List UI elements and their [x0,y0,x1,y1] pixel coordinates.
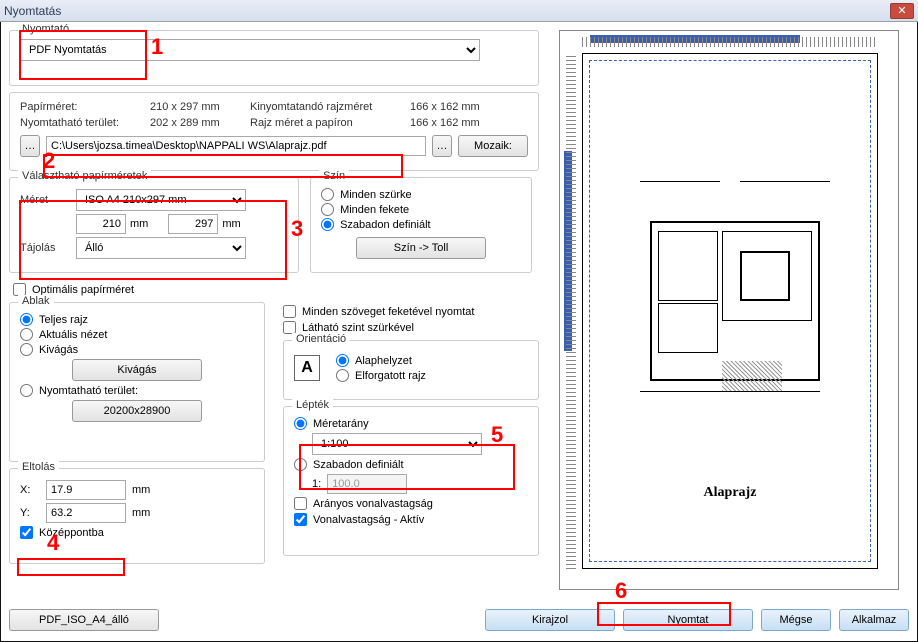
info-group: Papírméret: 210 x 297 mm Kinyomtatandó r… [9,92,539,171]
color-black-radio[interactable] [321,203,334,216]
paper-size-label: Papírméret: [20,101,150,113]
size-label: Méret [20,194,70,206]
scale-one-input [327,474,407,494]
offset-group: Eltolás X:mm Y:mm Középpontba [9,468,265,564]
clip-label: Kivágás [39,344,78,356]
printer-select[interactable]: PDF Nyomtatás [20,39,480,61]
offset-y-label: Y: [20,507,40,519]
offset-y-input[interactable] [46,503,126,523]
orient-rotated-label: Elforgatott rajz [355,370,426,382]
cancel-button[interactable]: Mégse [761,609,831,631]
color-group: Szín Minden szürke Minden fekete Szabado… [310,177,532,273]
window-group: Ablak Teljes rajz Aktuális nézet Kivágás… [9,302,265,462]
proportional-label: Arányos vonalvastagság [313,498,433,510]
offset-y-unit: mm [132,507,150,519]
floor-plan-art [610,181,850,441]
paper-width-unit: mm [130,218,148,230]
black-text-checkbox[interactable] [283,305,296,318]
color-grey-radio[interactable] [321,188,334,201]
color-black-label: Minden fekete [340,204,409,216]
close-icon[interactable]: ✕ [890,3,914,19]
offset-x-input[interactable] [46,480,126,500]
scale-ratio-radio[interactable] [294,417,307,430]
preview-title: Alaprajz [590,485,870,501]
bottom-bar: PDF_ISO_A4_álló Kirajzol Nyomtat Mégse A… [9,607,909,633]
path-browse-button[interactable]: … [20,135,40,157]
scale-legend: Lépték [292,399,333,411]
preview-ruler-h [582,37,878,47]
scale-ratio-select[interactable]: 1:100 [312,433,482,455]
orientation-icon: A [294,355,320,381]
scale-free-label: Szabadon definiált [313,459,404,471]
color-free-label: Szabadon definiált [340,219,431,231]
orientation-legend: Orientáció [292,333,350,345]
preview-box: Alaprajz [559,30,899,590]
color-free-radio[interactable] [321,218,334,231]
path-input[interactable] [46,136,426,156]
window-body: Nyomtató PDF Nyomtatás Papírméret: 210 x… [0,22,918,642]
center-label: Középpontba [39,527,104,539]
color-grey-label: Minden szürke [340,189,412,201]
orient-rotated-radio[interactable] [336,369,349,382]
proportional-checkbox[interactable] [294,497,307,510]
plot-size-value: 166 x 162 mm [410,101,510,113]
printer-group: Nyomtató PDF Nyomtatás [9,30,539,86]
paper-height-unit: mm [222,218,240,230]
grey-layer-label: Látható szint szürkével [302,322,414,334]
paper-sizes-legend: Választható papírméretek [18,170,151,182]
full-drawing-radio[interactable] [20,313,33,326]
print-button[interactable]: Nyomtat [623,609,753,631]
optimal-paper-label: Optimális papírméret [32,284,134,296]
offset-x-unit: mm [132,484,150,496]
color-to-pen-button[interactable]: Szín -> Toll [356,237,486,259]
scale-free-radio[interactable] [294,458,307,471]
printer-legend: Nyomtató [18,23,73,35]
orientation-group: Orientáció A Alaphelyzet Elforgatott raj… [283,340,539,400]
printable-label: Nyomtatható terület: [20,117,150,129]
orient-label: Tájolás [20,242,70,254]
path-button-2[interactable]: … [432,135,452,157]
orient-default-label: Alaphelyzet [355,355,412,367]
paper-sizes-group: Választható papírméretek Méret ISO A4 21… [9,177,299,273]
black-text-label: Minden szöveget feketével nyomtat [302,306,474,318]
preset-button[interactable]: PDF_ISO_A4_álló [9,609,159,631]
titlebar: Nyomtatás ✕ [0,0,918,22]
preview-page: Alaprajz [582,53,878,569]
paper-size-value: 210 x 297 mm [150,101,250,113]
offset-x-label: X: [20,484,40,496]
size-select[interactable]: ISO A4 210x297 mm [76,189,246,211]
paper-size2-value: 166 x 162 mm [410,117,510,129]
window-title: Nyomtatás [4,4,890,18]
printable-value: 202 x 289 mm [150,117,250,129]
printable-area-label: Nyomtatható terület: [39,385,138,397]
current-view-radio[interactable] [20,328,33,341]
window-legend: Ablak [18,295,54,307]
paper-size2-label: Rajz méret a papíron [250,117,410,129]
offset-legend: Eltolás [18,461,59,473]
area-button[interactable]: 20200x28900 [72,400,202,422]
lineweight-active-label: Vonalvastagság - Aktív [313,514,424,526]
current-view-label: Aktuális nézet [39,329,107,341]
clip-button[interactable]: Kivágás [72,359,202,381]
apply-button[interactable]: Alkalmaz [839,609,909,631]
scale-group: Lépték Méretarány 1:100 Szabadon definiá… [283,406,539,556]
center-checkbox[interactable] [20,526,33,539]
scale-one-label: 1: [312,478,321,490]
printable-area-radio[interactable] [20,384,33,397]
plot-size-label: Kinyomtatandó rajzméret [250,101,410,113]
paper-height-input[interactable] [168,214,218,234]
scale-ratio-label: Méretarány [313,418,369,430]
lineweight-active-checkbox[interactable] [294,513,307,526]
clip-radio[interactable] [20,343,33,356]
paper-width-input[interactable] [76,214,126,234]
orient-default-radio[interactable] [336,354,349,367]
mosaic-button[interactable]: Mozaik: [458,135,528,157]
preview-pane: Alaprajz [559,30,909,601]
draw-button[interactable]: Kirajzol [485,609,615,631]
preview-ruler-v [566,53,576,569]
orient-select[interactable]: Álló [76,237,246,259]
full-drawing-label: Teljes rajz [39,314,88,326]
preview-margins: Alaprajz [589,60,871,562]
color-legend: Szín [319,170,349,182]
